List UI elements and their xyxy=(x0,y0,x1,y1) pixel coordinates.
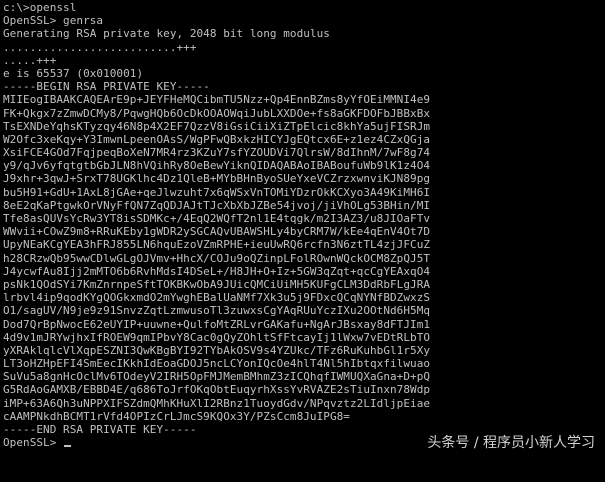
console-line: UpyNEaKCgYEA3hFRJ855LN6hquEzoVZmRPHE+ieu… xyxy=(3,238,430,251)
console-line: W2Ofc3xeKqy+Y3ImwnLpeenOAsS/WgPFwQBxkzHI… xyxy=(3,133,430,146)
console-line-text: Generating RSA private key, 2048 bit lon… xyxy=(3,27,330,41)
console-line-text: OpenSSL> genrsa xyxy=(3,14,104,28)
console-line-text: W2Ofc3xeKqy+Y3ImwnLpeenOAsS/WgPFwQBxkzHI… xyxy=(3,132,431,146)
console-line-text: e is 65537 (0x010001) xyxy=(3,66,144,80)
console-line-text: XsiFCE4GOd7FqjpeqBoXeN7MR4rz3KZuY7sfYZOU… xyxy=(3,146,431,160)
console-line: J9xhr+3qwJ+SrxT78UGKlhc4Dz1QleB+MYbBHnBy… xyxy=(3,172,430,185)
console-line: XsiFCE4GOd7FqjpeqBoXeN7MR4rz3KZuY7sfYZOU… xyxy=(3,146,430,159)
console-line: cAAMPNkdhBCMT1rVfd4OPIzCrLJmcS9KQOx3Y/PZ… xyxy=(3,410,430,423)
console-line-text: c:\>openssl xyxy=(3,1,77,14)
console-line-text: J4ycwfAu8Ijj2mMTO6b6RvhMdsI4DSeL+/H8JH+O… xyxy=(3,264,431,278)
console-line: WWvii+COwZ9m8+RRuKEby1gWDR2ySGCAQvUBAWSH… xyxy=(3,225,430,238)
console-line-text: -----END RSA PRIVATE KEY----- xyxy=(3,423,197,436)
console-line-text: yXRAklqlcVlXqpESZNI3QwKBgBYI92TYbAkOSV9s… xyxy=(3,343,431,357)
console-line: -----BEGIN RSA PRIVATE KEY----- xyxy=(3,80,430,93)
console-line: .....+++ xyxy=(3,54,430,67)
console-line: Tfe8asQUVsYcRw3YT8isSDMKc+/4EqQ2WQfT2nl1… xyxy=(3,212,430,225)
console-line-text: .....+++ xyxy=(3,53,57,67)
console-line-text: lrbvl4ip9qodKYgQOGkxmdO2mYwghEBalUaNMf7X… xyxy=(3,291,431,305)
console-line: Generating RSA private key, 2048 bit lon… xyxy=(3,27,430,40)
console-line: psNk1QOdSYi7KmZnrnpeSftTOKBKwObA9JUicQMC… xyxy=(3,278,430,291)
console-line-text: -----BEGIN RSA PRIVATE KEY----- xyxy=(3,80,210,94)
console-line: -----END RSA PRIVATE KEY----- xyxy=(3,423,430,436)
console-line-text: MIIEogIBAAKCAQEArE9p+JEYFHeMQCibmTU5Nzz+… xyxy=(3,93,431,107)
console-line-text: 8eE2qKaPtgwkOrVNyFfQN7ZqQDJAJtTJcXbXbJZB… xyxy=(3,198,431,212)
console-line: Dod7QrBpNwocE62eUYIP+uuwne+QulfoMtZRLvrG… xyxy=(3,318,430,331)
console-line: ..........................+++ xyxy=(3,41,430,54)
console-line-text: Dod7QrBpNwocE62eUYIP+uuwne+QulfoMtZRLvrG… xyxy=(3,317,431,331)
console-line-text: FK+Qkgx7zZmwDCMy8/PqwgHQb6OcDkOOAOWqiJub… xyxy=(3,106,431,120)
console-line-text: ..........................+++ xyxy=(3,40,197,54)
console-line: lrbvl4ip9qodKYgQOGkxmdO2mYwghEBalUaNMf7X… xyxy=(3,291,430,304)
watermark-text: 头条号 / 程序员小新人学习 xyxy=(427,435,595,451)
console-line-text: h28CRzwQb95wwCDlwGLgOJVmv+HhcX/COJu9oQZi… xyxy=(3,251,431,265)
console-line-text: SuVu5a8gnHcOclMv6TOdeyV2IRH5OpFMJMemBMhm… xyxy=(3,370,431,384)
console-output: c:\>openssl OpenSSL> genrsa Generating RSA… xyxy=(3,1,430,449)
console-line-text: O1/sagUV/N9je9z91SnvzZqtLzmwusoTl3zuwxsC… xyxy=(3,304,431,318)
console-line: h28CRzwQb95wwCDlwGLgOJVmv+HhcX/COJu9oQZi… xyxy=(3,252,430,265)
console-line-text: y9/qJv6yfqtgtbGbJLN8hVQihRy8OeBewYiknQID… xyxy=(3,159,431,173)
console-line-text: G5RdAoGAMXB/EBBD4E/q686ToJrfOKqObtEuqyrh… xyxy=(3,383,431,397)
console-line: MIIEogIBAAKCAQEArE9p+JEYFHeMQCibmTU5Nzz+… xyxy=(3,93,430,106)
console-line-text: WWvii+COwZ9m8+RRuKEby1gWDR2ySGCAQvUBAWSH… xyxy=(3,225,431,239)
console-line-text: 4d9v1mJRYwjhxIfROEW9qmIPbvY8Cac0gQyZOhlt… xyxy=(3,330,431,344)
console-line: yXRAklqlcVlXqpESZNI3QwKBgBYI92TYbAkOSV9s… xyxy=(3,344,430,357)
console-line: TsEXNDeYqhsKTyzqy46N8p4X2EF7QzzV8iGsiCii… xyxy=(3,120,430,133)
console-line: LT3oHZHpEFI4SmEecIKkhIdEoaGDOJ5ncLCYonIQ… xyxy=(3,357,430,370)
console-line: e is 65537 (0x010001) xyxy=(3,67,430,80)
console-line-text: J9xhr+3qwJ+SrxT78UGKlhc4Dz1QleB+MYbBHnBy… xyxy=(3,172,431,186)
console-line: G5RdAoGAMXB/EBBD4E/q686ToJrfOKqObtEuqyrh… xyxy=(3,383,430,396)
console-line-text: psNk1QOdSYi7KmZnrnpeSftTOKBKwObA9JUicQMC… xyxy=(3,277,431,291)
console-line: FK+Qkgx7zZmwDCMy8/PqwgHQb6OcDkOOAOWqiJub… xyxy=(3,107,430,120)
console-line: O1/sagUV/N9je9z91SnvzZqtLzmwusoTl3zuwxsC… xyxy=(3,304,430,317)
console-line: 8eE2qKaPtgwkOrVNyFfQN7ZqQDJAJtTJcXbXbJZB… xyxy=(3,199,430,212)
console-line-text: UpyNEaKCgYEA3hFRJ855LN6hquEzoVZmRPHE+ieu… xyxy=(3,238,431,252)
console-line-text: LT3oHZHpEFI4SmEecIKkhIdEoaGDOJ5ncLCYonIQ… xyxy=(3,357,431,371)
console-line: iMP+63A6Qh3uNPPXIFSZdmQMhKHuXlI2RBnz1Tuo… xyxy=(3,397,430,410)
console-line-text: iMP+63A6Qh3uNPPXIFSZdmQMhKHuXlI2RBnz1Tuo… xyxy=(3,396,431,410)
console-line: y9/qJv6yfqtgtbGbJLN8hVQihRy8OeBewYiknQID… xyxy=(3,159,430,172)
text-cursor xyxy=(64,445,72,448)
console-line: c:\>openssl xyxy=(3,1,430,14)
console-line: OpenSSL> genrsa xyxy=(3,14,430,27)
console-line: J4ycwfAu8Ijj2mMTO6b6RvhMdsI4DSeL+/H8JH+O… xyxy=(3,265,430,278)
console-window[interactable]: c:\>openssl OpenSSL> genrsa Generating RSA… xyxy=(0,0,605,482)
console-line: bu5H91+GdU+1AxL8jGAe+qeJlwzuht7x6qWSxVnT… xyxy=(3,186,430,199)
console-line-text: OpenSSL> xyxy=(3,436,64,450)
console-line-text: TsEXNDeYqhsKTyzqy46N8p4X2EF7QzzV8iGsiCii… xyxy=(3,119,431,133)
console-line: SuVu5a8gnHcOclMv6TOdeyV2IRH5OpFMJMemBMhm… xyxy=(3,370,430,383)
console-line-text: cAAMPNkdhBCMT1rVfd4OPIzCrLJmcS9KQOx3Y/PZ… xyxy=(3,409,350,423)
console-line: 4d9v1mJRYwjhxIfROEW9qmIPbvY8Cac0gQyZOhlt… xyxy=(3,331,430,344)
console-line-text: bu5H91+GdU+1AxL8jGAe+qeJlwzuht7x6qWSxVnT… xyxy=(3,185,431,199)
command-prompt-line[interactable]: OpenSSL> xyxy=(3,436,430,449)
console-line-text: Tfe8asQUVsYcRw3YT8isSDMKc+/4EqQ2WQfT2nl1… xyxy=(3,212,431,225)
